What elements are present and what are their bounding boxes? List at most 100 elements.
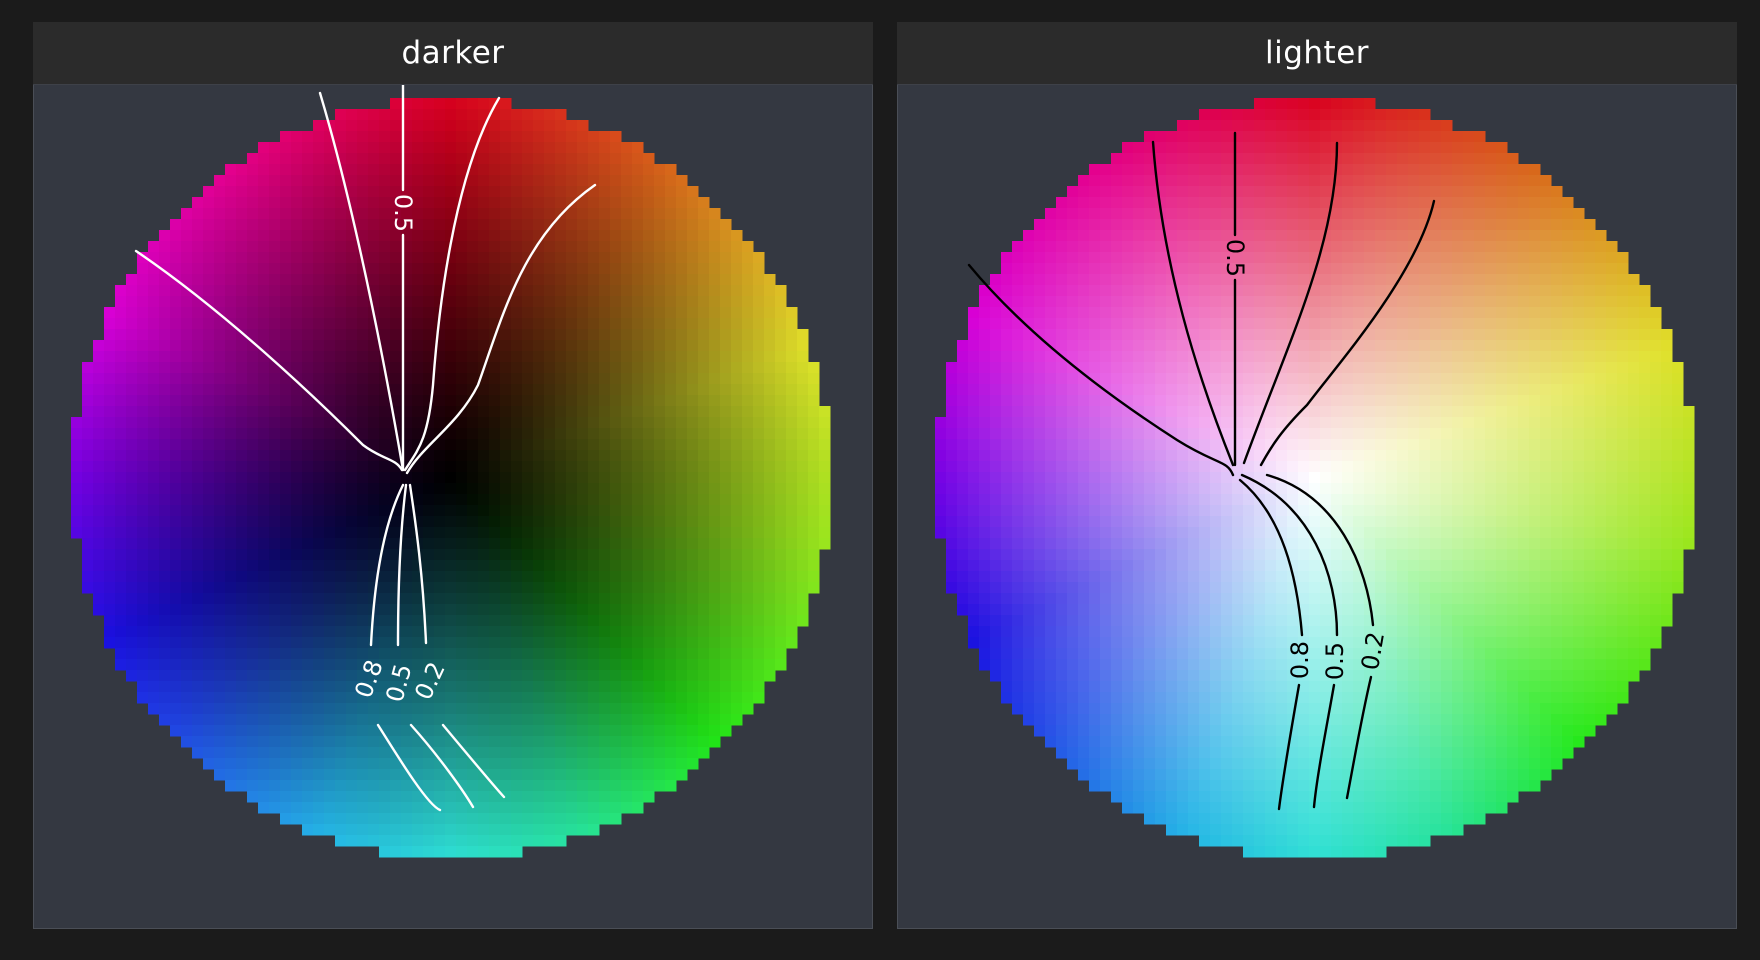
wheel-cell xyxy=(478,538,490,550)
wheel-cell xyxy=(379,307,391,319)
wheel-cell xyxy=(786,637,798,649)
wheel-cell xyxy=(1166,340,1178,352)
wheel-cell xyxy=(720,593,732,605)
wheel-cell xyxy=(1188,186,1200,198)
wheel-cell xyxy=(979,296,991,308)
wheel-cell xyxy=(313,340,325,352)
wheel-cell xyxy=(203,252,215,264)
wheel-cell xyxy=(522,648,534,660)
wheel-cell xyxy=(1122,186,1134,198)
wheel-cell xyxy=(269,450,281,462)
wheel-cell xyxy=(412,615,424,627)
wheel-cell xyxy=(456,604,468,616)
wheel-cell xyxy=(797,505,809,517)
wheel-cell xyxy=(1254,219,1266,231)
wheel-cell xyxy=(1287,153,1299,165)
wheel-cell xyxy=(742,285,754,297)
wheel-cell xyxy=(808,571,820,583)
wheel-cell xyxy=(192,505,204,517)
wheel-cell xyxy=(302,142,314,154)
wheel-cell xyxy=(1474,230,1486,242)
wheel-cell xyxy=(511,395,523,407)
wheel-cell xyxy=(170,263,182,275)
wheel-cell xyxy=(280,549,292,561)
wheel-cell xyxy=(269,758,281,770)
wheel-cell xyxy=(82,560,94,572)
wheel-cell xyxy=(1397,362,1409,374)
wheel-cell xyxy=(269,241,281,253)
wheel-cell xyxy=(1001,252,1013,264)
wheel-cell xyxy=(467,230,479,242)
wheel-cell xyxy=(621,439,633,451)
wheel-cell xyxy=(775,285,787,297)
wheel-cell xyxy=(269,780,281,792)
wheel-cell xyxy=(1430,131,1442,143)
wheel-cell xyxy=(170,340,182,352)
wheel-cell xyxy=(445,813,457,825)
wheel-cell xyxy=(1067,186,1079,198)
wheel-cell xyxy=(1496,296,1508,308)
wheel-cell xyxy=(159,428,171,440)
wheel-cell xyxy=(775,395,787,407)
wheel-cell xyxy=(1144,274,1156,286)
wheel-cell xyxy=(423,560,435,572)
wheel-cell xyxy=(1320,120,1332,132)
wheel-cell xyxy=(434,208,446,220)
wheel-cell xyxy=(764,549,776,561)
wheel-cell xyxy=(643,439,655,451)
wheel-cell xyxy=(1034,296,1046,308)
wheel-cell xyxy=(1573,274,1585,286)
wheel-cell xyxy=(1276,208,1288,220)
wheel-cell xyxy=(192,197,204,209)
wheel-cell xyxy=(1089,285,1101,297)
wheel-cell xyxy=(588,263,600,275)
wheel-cell xyxy=(720,274,732,286)
wheel-cell xyxy=(1254,142,1266,154)
wheel-cell xyxy=(137,428,149,440)
wheel-cell xyxy=(280,186,292,198)
wheel-cell xyxy=(434,472,446,484)
wheel-cell xyxy=(687,670,699,682)
wheel-cell xyxy=(522,549,534,561)
wheel-cell xyxy=(269,670,281,682)
wheel-cell xyxy=(720,615,732,627)
wheel-cell xyxy=(1100,219,1112,231)
wheel-cell xyxy=(302,626,314,638)
wheel-cell xyxy=(1287,263,1299,275)
wheel-cell xyxy=(214,252,226,264)
wheel-cell xyxy=(335,450,347,462)
wheel-cell xyxy=(159,395,171,407)
wheel-cell xyxy=(533,670,545,682)
wheel-cell xyxy=(368,505,380,517)
wheel-cell xyxy=(1386,340,1398,352)
wheel-cell xyxy=(1210,230,1222,242)
wheel-cell xyxy=(104,483,116,495)
wheel-cell xyxy=(302,516,314,528)
wheel-cell xyxy=(324,494,336,506)
wheel-cell xyxy=(687,285,699,297)
wheel-cell xyxy=(456,516,468,528)
wheel-cell xyxy=(82,549,94,561)
wheel-cell xyxy=(412,175,424,187)
wheel-cell xyxy=(1474,285,1486,297)
wheel-cell xyxy=(1353,131,1365,143)
wheel-cell xyxy=(456,659,468,671)
wheel-cell xyxy=(577,340,589,352)
wheel-cell xyxy=(313,571,325,583)
wheel-cell xyxy=(1617,252,1629,264)
wheel-cell xyxy=(1441,142,1453,154)
wheel-cell xyxy=(621,769,633,781)
wheel-cell xyxy=(456,351,468,363)
wheel-cell xyxy=(522,373,534,385)
wheel-cell xyxy=(698,571,710,583)
wheel-cell xyxy=(302,824,314,836)
wheel-cell xyxy=(1265,296,1277,308)
wheel-cell xyxy=(302,285,314,297)
wheel-cell xyxy=(665,241,677,253)
wheel-cell xyxy=(445,494,457,506)
wheel-cell xyxy=(588,780,600,792)
wheel-cell xyxy=(148,637,160,649)
wheel-cell xyxy=(489,252,501,264)
wheel-cell xyxy=(753,527,765,539)
wheel-cell xyxy=(71,494,83,506)
